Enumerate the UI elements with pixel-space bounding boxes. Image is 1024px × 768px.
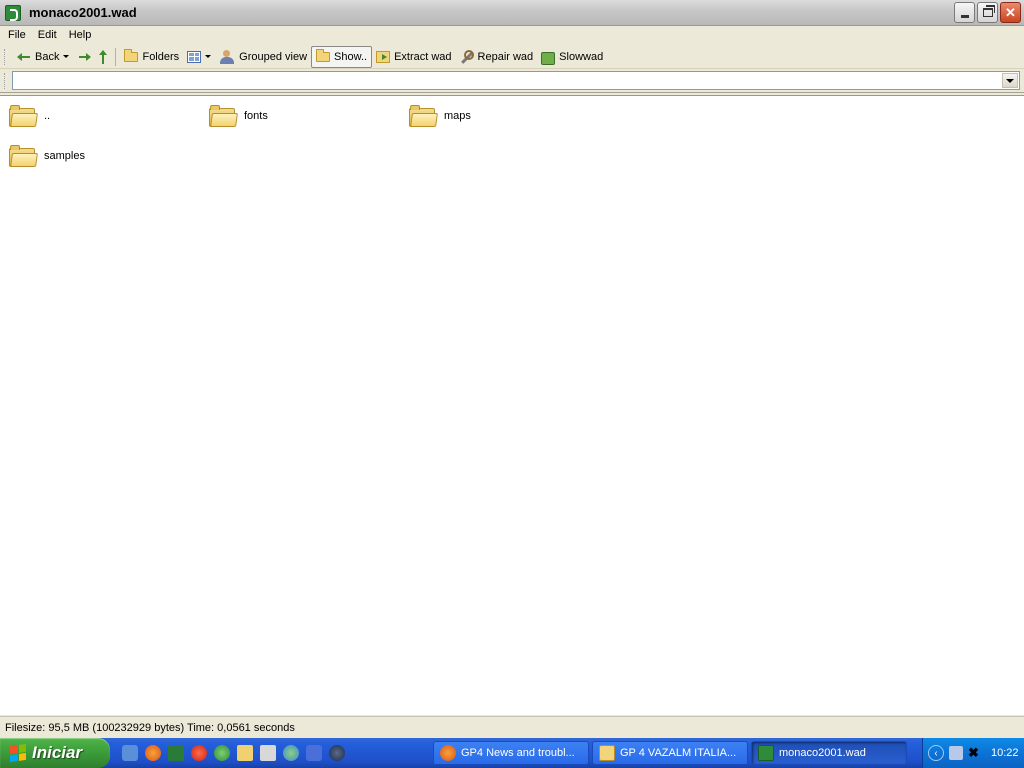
extract-label: Extract wad [394,50,452,63]
network-icon[interactable] [949,746,963,760]
window-controls: ✕ [954,2,1021,23]
toolbar-grip[interactable] [4,48,7,65]
folder-icon [9,105,38,127]
grouped-view-label: Grouped view [239,50,308,63]
chevron-left-icon[interactable]: ‹ [928,745,944,761]
system-tray: ‹ ✖ 10:22 [922,738,1024,768]
views-dropdown-icon [205,55,212,58]
start-button[interactable]: Iniciar [0,738,110,768]
show-label: Show.. [334,50,368,63]
folder-item-fonts[interactable]: fonts [209,105,268,127]
forward-arrow-icon [77,52,92,61]
up-arrow-icon [99,49,108,64]
grouped-view-icon [219,49,235,64]
menu-bar: File Edit Help [0,26,1024,44]
back-label: Back [35,50,60,63]
opera-icon[interactable] [191,745,207,761]
status-bar: Filesize: 95,5 MB (100232929 bytes) Time… [0,716,1024,738]
address-bar [0,69,1024,93]
windows-logo-icon [10,743,26,763]
restore-icon [982,5,995,17]
status-text: Filesize: 95,5 MB (100232929 bytes) Time… [5,721,295,734]
views-icon [187,50,202,63]
folder-label: .. [44,110,51,122]
file-list: .. fonts maps samples [0,95,1024,715]
close-icon: ✕ [1005,4,1016,20]
folders-label: Folders [142,50,180,63]
slowwad-button[interactable]: Slowwad [537,47,607,67]
menu-edit[interactable]: Edit [32,29,63,41]
folder-item-maps[interactable]: maps [409,105,471,127]
toolbar-separator [115,47,117,66]
extract-icon [376,50,391,63]
desktop-icon[interactable] [237,745,253,761]
restore-button[interactable] [977,2,998,23]
clock[interactable]: 10:22 [991,747,1019,759]
address-grip[interactable] [4,72,7,89]
task-label: monaco2001.wad [779,747,866,759]
quick-launch [110,745,353,761]
minimize-button[interactable] [954,2,975,23]
folder-icon [599,745,615,761]
slowwad-label: Slowwad [559,50,604,63]
forward-button[interactable] [73,47,95,67]
app-icon [758,745,774,761]
extract-wad-button[interactable]: Extract wad [372,47,455,67]
menu-help[interactable]: Help [63,29,98,41]
slowwad-icon [541,50,556,65]
up-button[interactable] [95,47,111,67]
chevron-down-icon [1006,78,1014,83]
back-arrow-icon [17,52,31,61]
folder-icon [124,48,139,62]
address-input[interactable] [12,71,1020,90]
show-icon [316,48,331,62]
back-dropdown-icon[interactable] [63,55,70,58]
utorrent-icon[interactable] [214,745,230,761]
task-button-gp4-folder[interactable]: GP 4 VAZALM ITALIA... [592,741,748,765]
address-dropdown-button[interactable] [1002,73,1018,88]
firefox-icon [440,745,456,761]
minimize-icon [960,15,969,18]
task-button-gp4-news[interactable]: GP4 News and troubl... [433,741,589,765]
folder-item-parent[interactable]: .. [9,105,50,127]
app-launcher-icon[interactable] [306,745,322,761]
ie-icon[interactable] [122,745,138,761]
toolbar: Back Folders Grouped view Show.. Extract… [0,45,1024,69]
app-icon[interactable] [5,4,21,21]
views-button[interactable] [183,47,215,67]
task-label: GP4 News and troubl... [461,747,575,759]
folder-icon [209,105,238,127]
menu-file[interactable]: File [2,29,32,41]
folder-icon [409,105,438,127]
grouped-view-button[interactable]: Grouped view [215,47,311,67]
window-title: monaco2001.wad [29,5,137,20]
close-button[interactable]: ✕ [1000,2,1021,23]
folders-button[interactable]: Folders [120,47,183,67]
folder-label: maps [444,110,471,122]
netscape-icon[interactable] [168,745,184,761]
show-button[interactable]: Show.. [311,45,373,68]
folder-icon [9,145,38,167]
tv-icon[interactable] [260,745,276,761]
media-icon[interactable] [329,745,345,761]
back-button[interactable]: Back [13,47,73,67]
disconnected-icon[interactable]: ✖ [968,746,982,760]
task-label: GP 4 VAZALM ITALIA... [620,747,737,759]
task-button-monaco[interactable]: monaco2001.wad [751,741,907,765]
taskbar: Iniciar GP4 News and troubl... GP 4 VAZA… [0,738,1024,768]
folder-label: fonts [244,110,268,122]
repair-wad-button[interactable]: Repair wad [456,47,538,67]
wrench-icon [460,49,474,64]
folder-label: samples [44,150,85,162]
repair-label: Repair wad [477,50,534,63]
firefox-icon[interactable] [145,745,161,761]
start-label: Iniciar [32,743,83,762]
messenger-icon[interactable] [283,745,299,761]
folder-item-samples[interactable]: samples [9,145,85,167]
title-bar: monaco2001.wad ✕ [0,0,1024,26]
